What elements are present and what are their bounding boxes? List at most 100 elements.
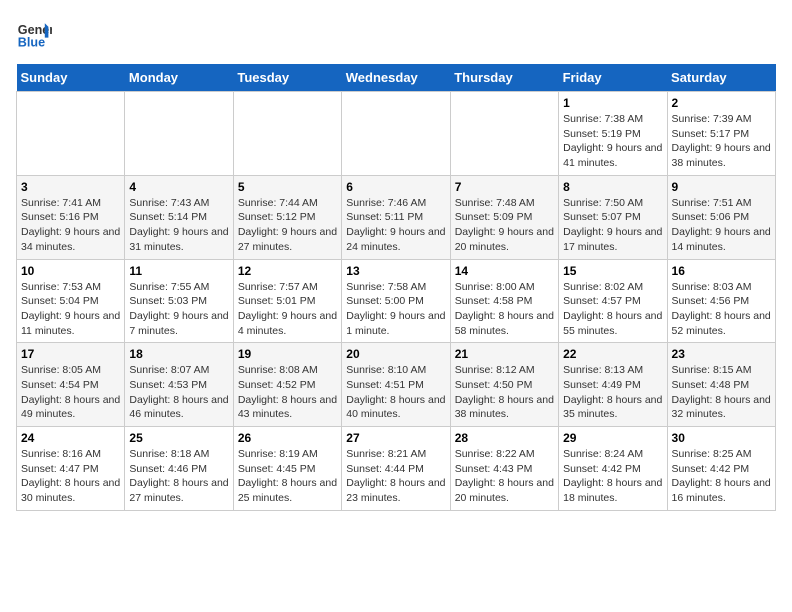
day-info: Sunrise: 8:21 AM Sunset: 4:44 PM Dayligh… xyxy=(346,447,445,506)
weekday-header-wednesday: Wednesday xyxy=(342,64,450,92)
calendar-cell: 16 Sunrise: 8:03 AM Sunset: 4:56 PM Dayli… xyxy=(667,259,775,343)
day-number: 8 xyxy=(563,180,662,194)
calendar-cell: 18 Sunrise: 8:07 AM Sunset: 4:53 PM Dayli… xyxy=(125,343,233,427)
day-info: Sunrise: 8:07 AM Sunset: 4:53 PM Dayligh… xyxy=(129,363,228,422)
calendar-cell: 29 Sunrise: 8:24 AM Sunset: 4:42 PM Dayli… xyxy=(559,427,667,511)
calendar-cell: 26 Sunrise: 8:19 AM Sunset: 4:45 PM Dayli… xyxy=(233,427,341,511)
day-info: Sunrise: 8:03 AM Sunset: 4:56 PM Dayligh… xyxy=(672,280,771,339)
day-info: Sunrise: 7:55 AM Sunset: 5:03 PM Dayligh… xyxy=(129,280,228,339)
calendar-cell: 4 Sunrise: 7:43 AM Sunset: 5:14 PM Daylig… xyxy=(125,175,233,259)
day-number: 19 xyxy=(238,347,337,361)
calendar-week-row: 3Sunrise: 7:41 AM Sunset: 5:16 PM Daylig… xyxy=(17,175,776,259)
day-info: Sunrise: 8:10 AM Sunset: 4:51 PM Dayligh… xyxy=(346,363,445,422)
day-info: Sunrise: 8:15 AM Sunset: 4:48 PM Dayligh… xyxy=(672,363,771,422)
day-info: Sunrise: 8:13 AM Sunset: 4:49 PM Dayligh… xyxy=(563,363,662,422)
calendar-cell: 9 Sunrise: 7:51 AM Sunset: 5:06 PM Daylig… xyxy=(667,175,775,259)
day-number: 20 xyxy=(346,347,445,361)
calendar-cell xyxy=(125,92,233,176)
day-number: 24 xyxy=(21,431,120,445)
calendar-cell: 7 Sunrise: 7:48 AM Sunset: 5:09 PM Daylig… xyxy=(450,175,558,259)
day-number: 14 xyxy=(455,264,554,278)
calendar-week-row: 24 Sunrise: 8:16 AM Sunset: 4:47 PM Dayli… xyxy=(17,427,776,511)
day-info: Sunrise: 7:46 AM Sunset: 5:11 PM Dayligh… xyxy=(346,196,445,255)
weekday-header-row: SundayMondayTuesdayWednesdayThursdayFrid… xyxy=(17,64,776,92)
day-number: 5 xyxy=(238,180,337,194)
day-info: Sunrise: 7:38 AM Sunset: 5:19 PM Dayligh… xyxy=(563,112,662,171)
calendar-cell: 27 Sunrise: 8:21 AM Sunset: 4:44 PM Dayli… xyxy=(342,427,450,511)
day-number: 30 xyxy=(672,431,771,445)
calendar-cell: 28Sunrise: 8:22 AM Sunset: 4:43 PM Dayli… xyxy=(450,427,558,511)
day-info: Sunrise: 7:50 AM Sunset: 5:07 PM Dayligh… xyxy=(563,196,662,255)
calendar-cell: 17 Sunrise: 8:05 AM Sunset: 4:54 PM Dayli… xyxy=(17,343,125,427)
calendar-cell: 15Sunrise: 8:02 AM Sunset: 4:57 PM Dayli… xyxy=(559,259,667,343)
day-number: 27 xyxy=(346,431,445,445)
day-info: Sunrise: 7:39 AM Sunset: 5:17 PM Dayligh… xyxy=(672,112,771,171)
day-info: Sunrise: 7:44 AM Sunset: 5:12 PM Dayligh… xyxy=(238,196,337,255)
calendar-cell xyxy=(450,92,558,176)
day-info: Sunrise: 7:57 AM Sunset: 5:01 PM Dayligh… xyxy=(238,280,337,339)
calendar-cell: 19 Sunrise: 8:08 AM Sunset: 4:52 PM Dayli… xyxy=(233,343,341,427)
calendar-cell: 3Sunrise: 7:41 AM Sunset: 5:16 PM Daylig… xyxy=(17,175,125,259)
calendar-cell: 20 Sunrise: 8:10 AM Sunset: 4:51 PM Dayli… xyxy=(342,343,450,427)
day-info: Sunrise: 8:25 AM Sunset: 4:42 PM Dayligh… xyxy=(672,447,771,506)
weekday-header-saturday: Saturday xyxy=(667,64,775,92)
calendar-cell: 11 Sunrise: 7:55 AM Sunset: 5:03 PM Dayli… xyxy=(125,259,233,343)
calendar-cell: 14 Sunrise: 8:00 AM Sunset: 4:58 PM Dayli… xyxy=(450,259,558,343)
day-info: Sunrise: 8:18 AM Sunset: 4:46 PM Dayligh… xyxy=(129,447,228,506)
day-info: Sunrise: 8:08 AM Sunset: 4:52 PM Dayligh… xyxy=(238,363,337,422)
calendar-week-row: 17 Sunrise: 8:05 AM Sunset: 4:54 PM Dayli… xyxy=(17,343,776,427)
calendar-cell xyxy=(233,92,341,176)
calendar-cell: 2 Sunrise: 7:39 AM Sunset: 5:17 PM Daylig… xyxy=(667,92,775,176)
day-number: 16 xyxy=(672,264,771,278)
calendar-table: SundayMondayTuesdayWednesdayThursdayFrid… xyxy=(16,64,776,511)
calendar-cell: 24 Sunrise: 8:16 AM Sunset: 4:47 PM Dayli… xyxy=(17,427,125,511)
day-info: Sunrise: 8:05 AM Sunset: 4:54 PM Dayligh… xyxy=(21,363,120,422)
day-number: 7 xyxy=(455,180,554,194)
calendar-cell: 12 Sunrise: 7:57 AM Sunset: 5:01 PM Dayli… xyxy=(233,259,341,343)
day-info: Sunrise: 7:43 AM Sunset: 5:14 PM Dayligh… xyxy=(129,196,228,255)
day-info: Sunrise: 7:51 AM Sunset: 5:06 PM Dayligh… xyxy=(672,196,771,255)
day-number: 18 xyxy=(129,347,228,361)
day-number: 12 xyxy=(238,264,337,278)
day-info: Sunrise: 7:53 AM Sunset: 5:04 PM Dayligh… xyxy=(21,280,120,339)
calendar-cell xyxy=(342,92,450,176)
day-number: 29 xyxy=(563,431,662,445)
day-number: 6 xyxy=(346,180,445,194)
day-number: 25 xyxy=(129,431,228,445)
calendar-week-row: 1Sunrise: 7:38 AM Sunset: 5:19 PM Daylig… xyxy=(17,92,776,176)
day-number: 21 xyxy=(455,347,554,361)
day-info: Sunrise: 7:48 AM Sunset: 5:09 PM Dayligh… xyxy=(455,196,554,255)
day-number: 2 xyxy=(672,96,771,110)
calendar-cell: 30 Sunrise: 8:25 AM Sunset: 4:42 PM Dayli… xyxy=(667,427,775,511)
day-number: 17 xyxy=(21,347,120,361)
weekday-header-friday: Friday xyxy=(559,64,667,92)
calendar-cell: 21Sunrise: 8:12 AM Sunset: 4:50 PM Dayli… xyxy=(450,343,558,427)
calendar-cell xyxy=(17,92,125,176)
calendar-cell: 8 Sunrise: 7:50 AM Sunset: 5:07 PM Daylig… xyxy=(559,175,667,259)
calendar-cell: 6 Sunrise: 7:46 AM Sunset: 5:11 PM Daylig… xyxy=(342,175,450,259)
calendar-cell: 25 Sunrise: 8:18 AM Sunset: 4:46 PM Dayli… xyxy=(125,427,233,511)
calendar-cell: 10 Sunrise: 7:53 AM Sunset: 5:04 PM Dayli… xyxy=(17,259,125,343)
calendar-cell: 5 Sunrise: 7:44 AM Sunset: 5:12 PM Daylig… xyxy=(233,175,341,259)
day-number: 26 xyxy=(238,431,337,445)
day-number: 10 xyxy=(21,264,120,278)
day-number: 28 xyxy=(455,431,554,445)
day-number: 3 xyxy=(21,180,120,194)
day-number: 13 xyxy=(346,264,445,278)
day-info: Sunrise: 7:58 AM Sunset: 5:00 PM Dayligh… xyxy=(346,280,445,339)
day-number: 11 xyxy=(129,264,228,278)
day-info: Sunrise: 8:00 AM Sunset: 4:58 PM Dayligh… xyxy=(455,280,554,339)
day-info: Sunrise: 8:24 AM Sunset: 4:42 PM Dayligh… xyxy=(563,447,662,506)
weekday-header-thursday: Thursday xyxy=(450,64,558,92)
day-number: 4 xyxy=(129,180,228,194)
day-info: Sunrise: 8:19 AM Sunset: 4:45 PM Dayligh… xyxy=(238,447,337,506)
logo-icon: General Blue xyxy=(16,16,52,52)
day-number: 23 xyxy=(672,347,771,361)
header: General Blue xyxy=(16,16,776,52)
day-info: Sunrise: 8:16 AM Sunset: 4:47 PM Dayligh… xyxy=(21,447,120,506)
calendar-cell: 23 Sunrise: 8:15 AM Sunset: 4:48 PM Dayli… xyxy=(667,343,775,427)
calendar-cell: 22Sunrise: 8:13 AM Sunset: 4:49 PM Dayli… xyxy=(559,343,667,427)
day-number: 9 xyxy=(672,180,771,194)
weekday-header-tuesday: Tuesday xyxy=(233,64,341,92)
weekday-header-sunday: Sunday xyxy=(17,64,125,92)
